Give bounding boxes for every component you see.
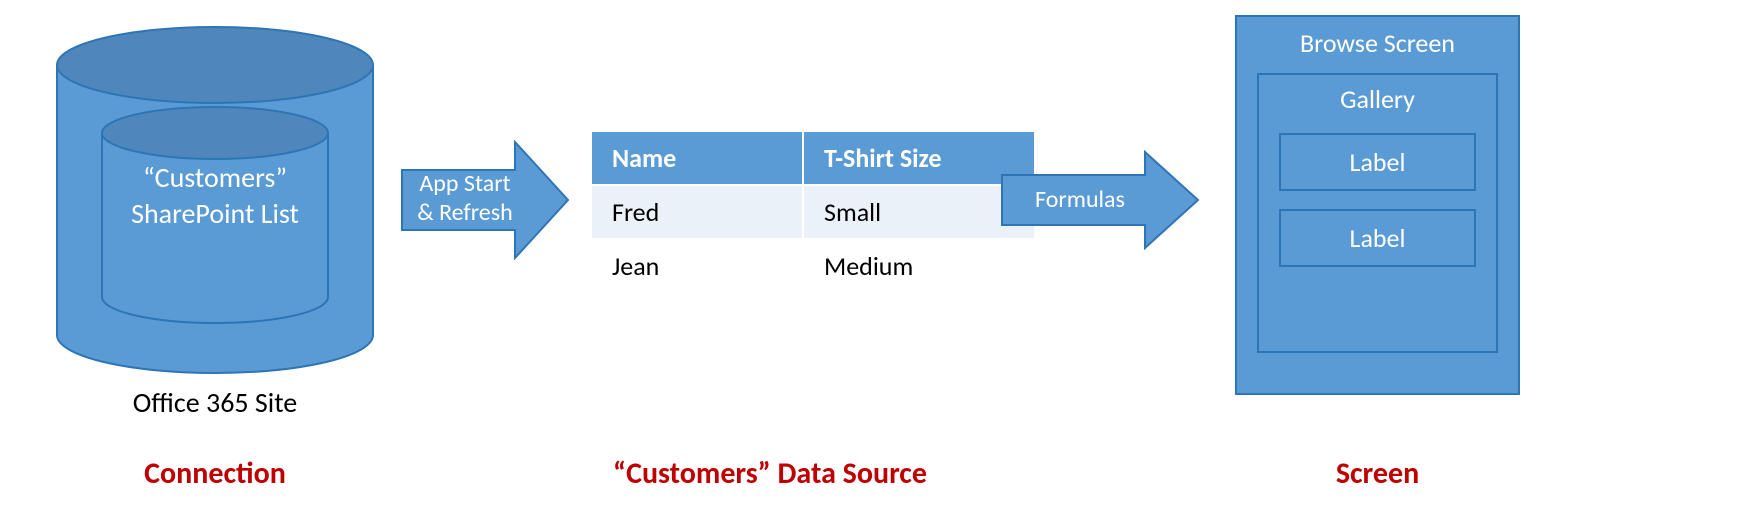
inner-cylinder-label-line2: SharePoint List (131, 196, 299, 231)
col-header-name: Name (591, 131, 803, 185)
site-label: Office 365 Site (55, 385, 375, 420)
caption-connection: Connection (55, 455, 375, 492)
cell-name: Fred (591, 185, 803, 239)
table-header-row: Name T-Shirt Size (591, 131, 1035, 185)
label-box-1: Label (1279, 133, 1476, 191)
table-row: Jean Medium (591, 239, 1035, 293)
label-box-2: Label (1279, 209, 1476, 267)
arrow-right-icon (1000, 150, 1200, 250)
customers-table: Name T-Shirt Size Fred Small Jean Medium (590, 130, 1036, 294)
table-row: Fred Small (591, 185, 1035, 239)
gallery-box: Gallery Label Label (1257, 73, 1498, 353)
browse-screen-box: Browse Screen Gallery Label Label (1235, 15, 1520, 395)
caption-screen: Screen (1235, 455, 1520, 492)
arrow-right-icon (400, 140, 570, 260)
cell-name: Jean (591, 239, 803, 293)
inner-cylinder-label-line1: “Customers” (143, 160, 287, 195)
arrow-formulas (1000, 150, 1200, 250)
gallery-title: Gallery (1259, 83, 1496, 115)
caption-data-source: “Customers” Data Source (500, 455, 1040, 492)
arrow-app-start (400, 140, 570, 260)
inner-cylinder-label: “Customers” SharePoint List (100, 160, 330, 233)
browse-screen-title: Browse Screen (1237, 27, 1518, 59)
